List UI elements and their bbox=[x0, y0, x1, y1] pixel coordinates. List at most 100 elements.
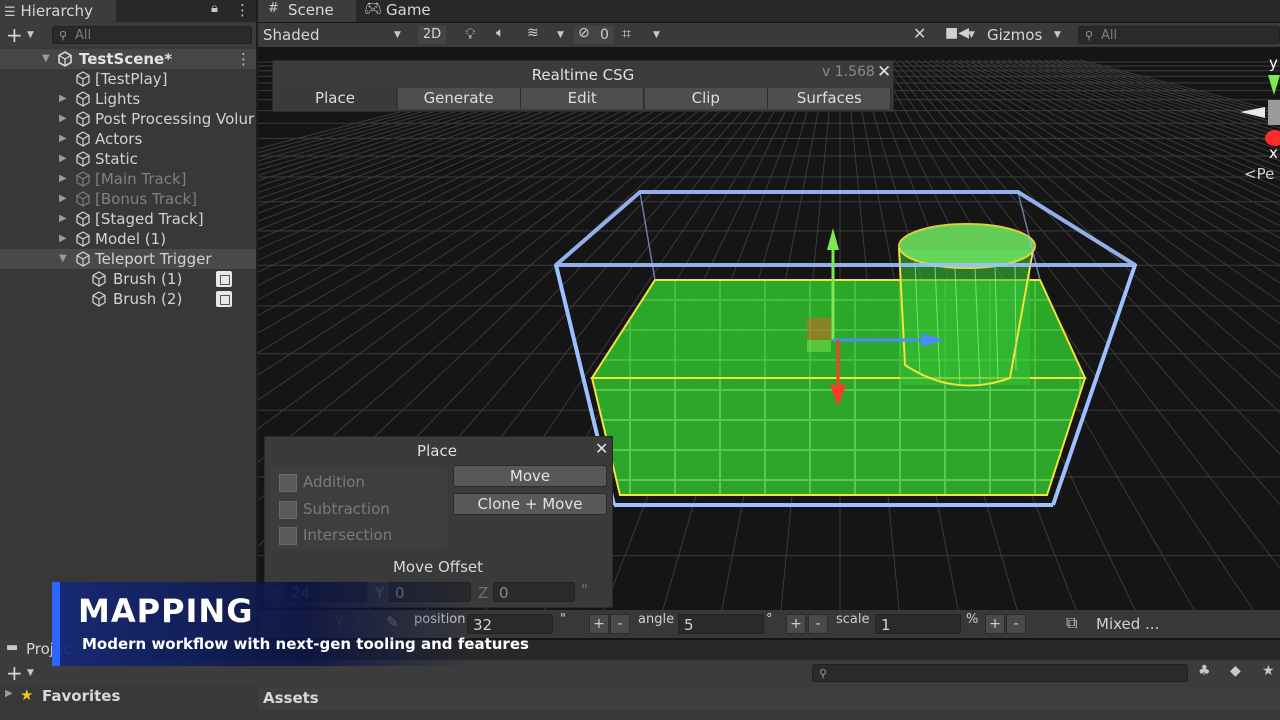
scale-plus-button[interactable]: + bbox=[985, 614, 1005, 634]
hierarchy-item[interactable]: ▶ Model (1) bbox=[0, 229, 256, 249]
expand-arrow-icon[interactable]: ▶ bbox=[5, 688, 13, 699]
feature-banner: MAPPING Modern workflow with next-gen to… bbox=[52, 582, 529, 666]
close-icon[interactable]: ✕ bbox=[595, 439, 608, 458]
effects-icon[interactable]: ≋ bbox=[527, 25, 539, 41]
label-tag-icon[interactable]: ◆ bbox=[1230, 663, 1241, 679]
position-field[interactable]: 32 bbox=[467, 614, 553, 634]
move-button[interactable]: Move bbox=[453, 465, 607, 487]
position-plus-button[interactable]: + bbox=[589, 614, 609, 634]
2d-label: 2D bbox=[422, 27, 442, 42]
add-dropdown-icon[interactable]: ▼ bbox=[27, 23, 34, 47]
position-minus-button[interactable]: - bbox=[610, 614, 630, 634]
tab-game[interactable]: 🎮︎ Game bbox=[358, 0, 448, 22]
add-dropdown-icon[interactable]: ▼ bbox=[27, 661, 34, 685]
tab-hierarchy[interactable]: ☰ Hierarchy bbox=[0, 0, 116, 22]
favorites-label: Favorites bbox=[42, 687, 121, 705]
star-icon[interactable]: ★ bbox=[1262, 663, 1275, 679]
filter-type-icon[interactable]: ♣ bbox=[1198, 663, 1211, 679]
2d-toggle-button[interactable]: 2D bbox=[418, 26, 446, 44]
csg-tab[interactable]: Surfaces bbox=[768, 88, 892, 109]
close-icon[interactable]: ✕ bbox=[877, 62, 891, 82]
hierarchy-child-label: Brush (1) bbox=[113, 270, 183, 288]
assets-header: Assets bbox=[258, 686, 1280, 710]
expand-arrow-icon[interactable]: ▶ bbox=[59, 89, 67, 109]
search-icon: ⚲ bbox=[819, 667, 828, 680]
position-unit: " bbox=[560, 612, 566, 627]
hierarchy-item[interactable]: ▶ Actors bbox=[0, 129, 256, 149]
grid-dropdown-icon[interactable]: ▼ bbox=[653, 23, 660, 47]
expand-arrow-icon[interactable]: ▼ bbox=[59, 249, 67, 269]
unity-scene-icon bbox=[58, 51, 72, 67]
expand-arrow-icon[interactable]: ▶ bbox=[59, 209, 67, 229]
hierarchy-item[interactable]: ▶ Post Processing Volur bbox=[0, 109, 256, 129]
scene-search-input[interactable]: ⚲ All bbox=[1078, 26, 1280, 44]
scene-name: TestScene* bbox=[79, 50, 173, 68]
csg-operation-option[interactable]: Addition bbox=[303, 473, 365, 491]
lighting-icon[interactable]: 💡︎ bbox=[465, 25, 476, 43]
scale-minus-button[interactable]: - bbox=[1006, 614, 1026, 634]
hierarchy-search-input[interactable]: ⚲ All bbox=[52, 26, 252, 44]
expand-arrow-icon[interactable]: ▶ bbox=[59, 189, 67, 209]
gameobject-icon bbox=[76, 131, 90, 147]
scene-root-row[interactable]: ▼ TestScene* ⋮ bbox=[0, 49, 256, 69]
add-icon[interactable]: + bbox=[6, 23, 23, 47]
expand-arrow-icon[interactable]: ▶ bbox=[59, 149, 67, 169]
expand-arrow-icon[interactable]: ▶ bbox=[59, 109, 67, 129]
hierarchy-item[interactable]: ▶ [Main Track] bbox=[0, 169, 256, 189]
audio-icon[interactable]: 🔈︎ bbox=[496, 25, 504, 41]
scene-menu-icon[interactable]: ⋮ bbox=[236, 49, 251, 69]
tab-scene[interactable]: # Scene bbox=[258, 0, 356, 22]
csg-tab[interactable]: Place bbox=[274, 88, 397, 109]
angle-field[interactable]: 5 bbox=[678, 614, 764, 634]
hierarchy-child-item[interactable]: Brush (2) bbox=[0, 289, 256, 309]
clone-move-button[interactable]: Clone + Move bbox=[453, 493, 607, 515]
effects-dropdown-icon[interactable]: ▼ bbox=[557, 23, 564, 47]
hierarchy-item[interactable]: ▶ Lights bbox=[0, 89, 256, 109]
banner-accent-bar bbox=[52, 582, 60, 666]
csg-operation-option[interactable]: Subtraction bbox=[303, 500, 390, 518]
mixed-label[interactable]: Mixed ... bbox=[1096, 615, 1159, 633]
gizmo-x-label: x bbox=[1269, 144, 1278, 162]
offset-z-field[interactable]: 0 bbox=[493, 582, 575, 602]
tools-icon[interactable]: ✕ bbox=[913, 24, 926, 43]
expand-arrow-icon[interactable]: ▶ bbox=[59, 229, 67, 249]
csg-tab[interactable]: Clip bbox=[644, 88, 768, 109]
project-search-input[interactable]: ⚲ bbox=[812, 664, 1188, 682]
more-menu-icon[interactable]: ⋮ bbox=[235, 1, 250, 19]
hierarchy-tabbar: ☰ Hierarchy 🔒︎ ⋮ bbox=[0, 0, 256, 22]
scene-visibility-toggle[interactable]: ⊘ 0 bbox=[574, 25, 614, 44]
add-icon[interactable]: + bbox=[6, 661, 23, 685]
expand-arrow-icon[interactable]: ▶ bbox=[59, 129, 67, 149]
csg-brush-icon bbox=[216, 291, 232, 307]
pivot-icon[interactable]: ⧉ bbox=[1066, 613, 1077, 633]
gameobject-icon bbox=[76, 111, 90, 127]
angle-label: angle bbox=[638, 612, 675, 627]
hierarchy-child-item[interactable]: Brush (1) bbox=[0, 269, 256, 289]
gizmos-dropdown[interactable]: Gizmos ▼ bbox=[982, 23, 1072, 47]
hierarchy-item-label: Actors bbox=[95, 130, 143, 148]
expand-arrow-icon[interactable]: ▼ bbox=[42, 49, 50, 69]
grid-snap-icon[interactable]: ⌗ bbox=[622, 24, 631, 44]
expand-arrow-icon[interactable]: ▶ bbox=[59, 169, 67, 189]
camera-icon[interactable]: ■◀ bbox=[945, 25, 969, 41]
projection-toggle[interactable]: <Pe bbox=[1244, 165, 1274, 183]
angle-plus-button[interactable]: + bbox=[786, 614, 806, 634]
csg-operation-icon bbox=[279, 474, 297, 492]
banner-subtitle: Modern workflow with next-gen tooling an… bbox=[82, 635, 529, 653]
hierarchy-item[interactable]: ▶ [Bonus Track] bbox=[0, 189, 256, 209]
hierarchy-item-label: Post Processing Volur bbox=[95, 110, 255, 128]
csg-tab[interactable]: Generate bbox=[397, 88, 521, 109]
csg-tab[interactable]: Edit bbox=[521, 88, 645, 109]
lock-icon[interactable]: 🔒︎ bbox=[211, 1, 218, 16]
hierarchy-item[interactable]: ▶ [Staged Track] bbox=[0, 209, 256, 229]
shading-mode-dropdown[interactable]: Shaded ▼ bbox=[258, 23, 410, 47]
favorites-row[interactable]: ▶ ★ Favorites bbox=[0, 686, 256, 706]
hierarchy-item[interactable]: [TestPlay] bbox=[0, 69, 256, 89]
hierarchy-item[interactable]: ▶ Static bbox=[0, 149, 256, 169]
hierarchy-item[interactable]: ▼ Teleport Trigger bbox=[0, 249, 256, 269]
csg-operation-option[interactable]: Intersection bbox=[303, 526, 392, 544]
scale-field[interactable]: 1 bbox=[875, 614, 961, 634]
camera-dropdown-icon[interactable]: ▼ bbox=[968, 23, 975, 47]
csg-cylinder-brush[interactable] bbox=[898, 223, 1036, 387]
angle-minus-button[interactable]: - bbox=[808, 614, 828, 634]
